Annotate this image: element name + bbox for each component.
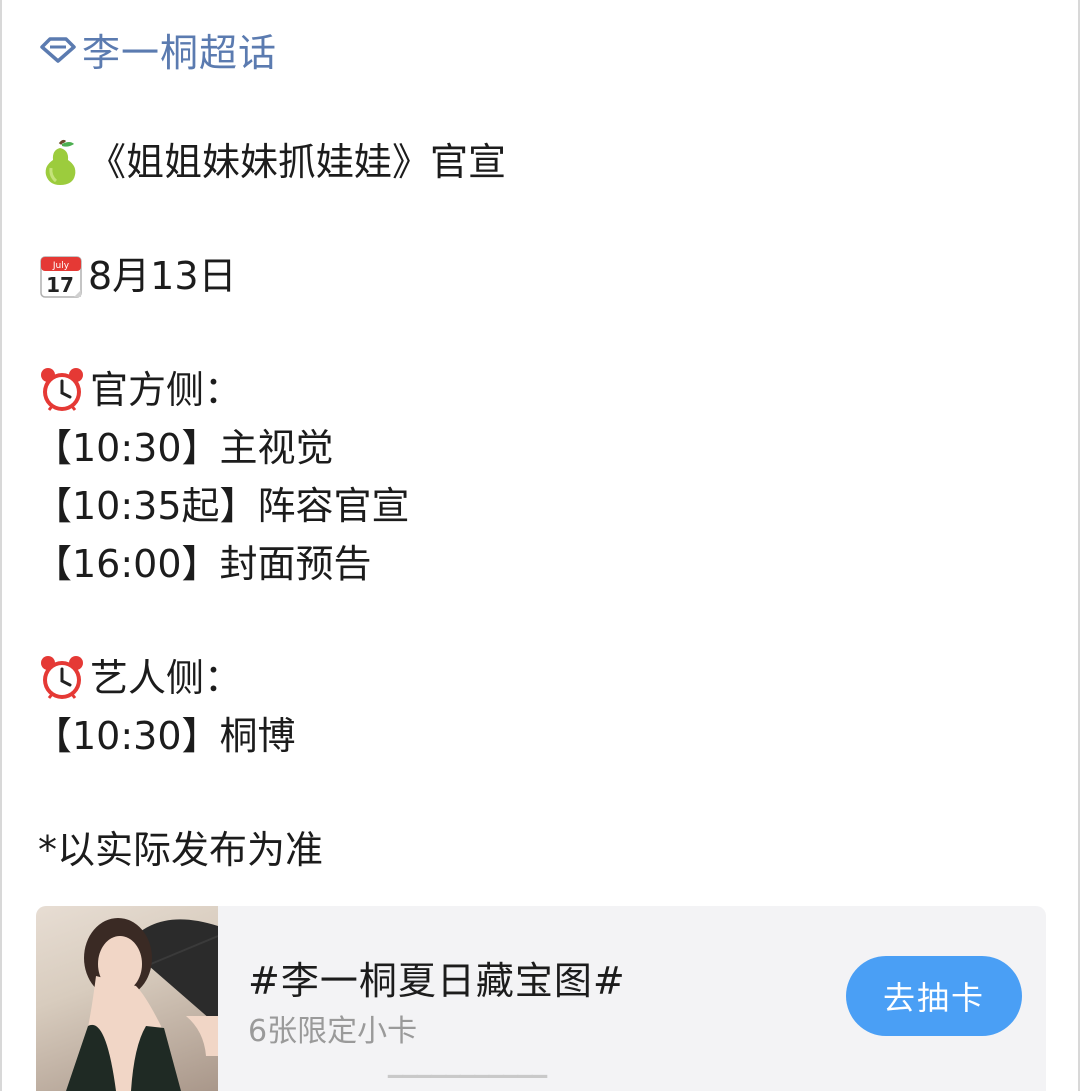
official-item: 【10:30】主视觉 xyxy=(34,426,334,470)
super-topic-diamond-icon xyxy=(40,36,76,63)
card-title: #李一桐夏日藏宝图# xyxy=(248,959,626,1003)
watermark: ▁▁▁▁▁▁▁▁▁▁▁ xyxy=(388,1054,547,1078)
alarm-clock-emoji xyxy=(41,368,83,411)
post-note: *以实际发布为准 xyxy=(38,828,324,872)
draw-card-button[interactable]: 去抽卡 xyxy=(846,956,1022,1036)
pear-emoji xyxy=(45,139,76,185)
svg-text:17: 17 xyxy=(46,273,74,297)
super-topic-link[interactable]: 李一桐超话 xyxy=(38,22,277,77)
card-thumbnail xyxy=(36,906,218,1091)
official-item: 【10:35起】阵容官宣 xyxy=(34,484,410,528)
svg-text:July: July xyxy=(52,261,70,271)
artist-heading: 艺人侧： xyxy=(90,656,243,700)
date-line: July 17 8月13日 xyxy=(38,252,237,300)
post-title: 《姐姐妹妹抓娃娃》官宣 xyxy=(88,140,507,184)
post-title-line: 《姐姐妹妹抓娃娃》官宣 xyxy=(38,138,506,186)
super-topic-label: 李一桐超话 xyxy=(82,31,278,75)
artist-item: 【10:30】桐博 xyxy=(34,714,296,758)
calendar-emoji: July 17 xyxy=(40,256,82,298)
post-date: 8月13日 xyxy=(88,254,237,298)
alarm-clock-emoji xyxy=(41,656,83,699)
card-subtitle: 6张限定小卡 xyxy=(248,1014,418,1049)
artist-heading-line: 艺人侧： xyxy=(38,654,242,702)
official-heading: 官方侧： xyxy=(90,368,243,412)
official-heading-line: 官方侧： xyxy=(38,366,242,414)
official-item: 【16:00】封面预告 xyxy=(34,542,372,586)
